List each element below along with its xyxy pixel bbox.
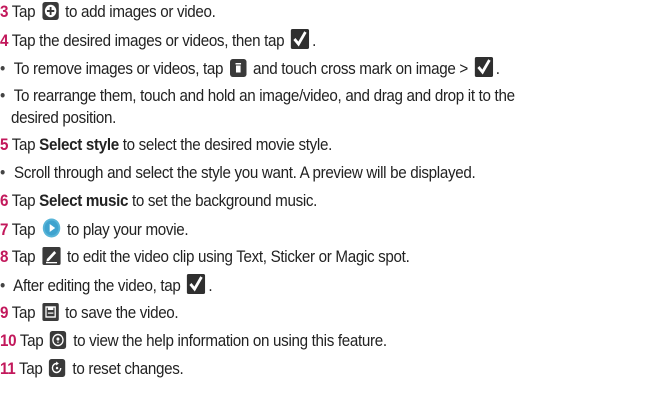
bullet-dot: •	[0, 277, 6, 295]
step-number: 11	[0, 360, 16, 378]
step-text: to save the video.	[65, 304, 179, 322]
reset-icon	[49, 359, 66, 377]
bullet-text: After editing the video, tap	[13, 277, 181, 295]
checkmark-icon	[290, 29, 310, 49]
step-7: 7 Tap to play your movie.	[0, 218, 189, 241]
step-keyword: Select style	[39, 136, 119, 154]
step-text: Tap	[11, 136, 36, 154]
step-number: 3	[0, 3, 9, 21]
bullet-text: To remove images or videos, tap	[13, 60, 224, 78]
step-text: to view the help information on using th…	[73, 332, 387, 350]
step-text: .	[312, 32, 317, 50]
bullet-remove: • To remove images or videos, tap and to…	[0, 57, 500, 80]
step-number: 9	[0, 304, 9, 322]
save-icon	[41, 303, 59, 321]
step-text: to reset changes.	[72, 360, 184, 378]
step-number: 6	[0, 192, 9, 210]
bullet-rearrange: • To rearrange them, touch and hold an i…	[0, 85, 515, 107]
step-text: Tap	[11, 221, 36, 239]
bullet-text: desired position.	[11, 109, 117, 127]
step-text: Tap	[11, 3, 36, 21]
help-icon	[50, 331, 67, 349]
bullet-text: .	[208, 277, 213, 295]
step-text: to set the background music.	[132, 192, 318, 210]
step-number: 8	[0, 248, 9, 266]
step-text: to add images or video.	[65, 3, 216, 21]
bullet-after-editing: • After editing the video, tap .	[0, 274, 213, 297]
step-3: 3 Tap to add images or video.	[0, 1, 216, 23]
step-8: 8 Tap to edit the video clip using Text,…	[0, 246, 410, 268]
add-circle-icon	[41, 2, 59, 20]
bullet-scroll: • Scroll through and select the style yo…	[0, 162, 476, 184]
bullet-dot: •	[0, 164, 6, 182]
step-6: 6 Tap Select music to set the background…	[0, 190, 317, 212]
step-11: 11 Tap to reset changes.	[0, 358, 184, 380]
bullet-continuation: desired position.	[11, 107, 116, 129]
step-number: 10	[0, 332, 17, 350]
step-9: 9 Tap to save the video.	[0, 302, 179, 324]
step-text: Tap	[11, 192, 36, 210]
step-4: 4 Tap the desired images or videos, then…	[0, 29, 316, 52]
step-text: to select the desired movie style.	[122, 136, 333, 154]
bullet-text: and touch cross mark on image >	[253, 60, 468, 78]
step-text: to edit the video clip using Text, Stick…	[66, 248, 410, 266]
trash-icon	[229, 59, 247, 77]
bullet-text: .	[495, 60, 500, 78]
checkmark-icon	[187, 274, 206, 294]
step-number: 5	[0, 136, 9, 154]
step-5: 5 Tap Select style to select the desired…	[0, 134, 332, 156]
edit-icon	[41, 247, 61, 265]
checkmark-icon	[474, 57, 493, 77]
step-text: Tap	[11, 304, 36, 322]
step-text: to play your movie.	[66, 221, 189, 239]
step-text: Tap the desired images or videos, then t…	[11, 32, 285, 50]
step-keyword: Select music	[39, 192, 129, 210]
step-text: Tap	[19, 332, 44, 350]
bullet-text: To rearrange them, touch and hold an ima…	[13, 87, 515, 105]
bullet-text: Scroll through and select the style you …	[14, 164, 476, 182]
step-number: 7	[0, 221, 9, 239]
step-text: Tap	[11, 248, 36, 266]
bullet-dot: •	[0, 60, 6, 78]
step-10: 10 Tap to view the help information on u…	[0, 330, 387, 352]
play-icon	[42, 218, 60, 238]
bullet-dot: •	[0, 87, 6, 105]
step-text: Tap	[19, 360, 43, 378]
step-number: 4	[0, 32, 9, 50]
